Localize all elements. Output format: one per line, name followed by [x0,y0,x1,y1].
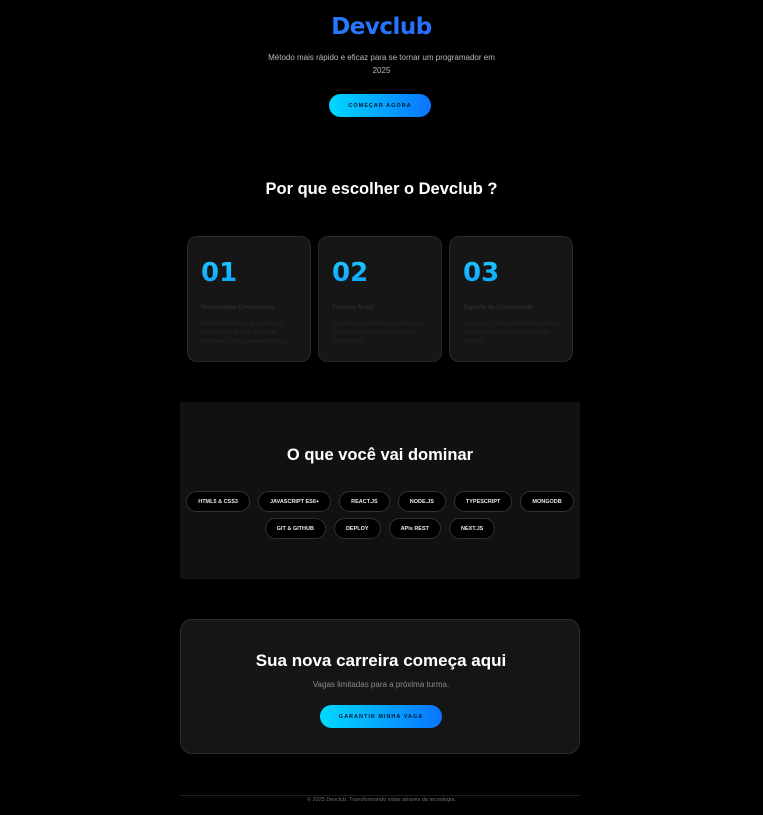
card-number: 02 [332,258,369,288]
card-description: Método testado e aprovado por milhares d… [201,321,289,345]
card-description: Conte com uma comunidade ativa e mentore… [463,321,560,345]
skill-chip-git[interactable]: GIT & GITHUB [264,518,326,539]
skills-row: HTML5 & CSS3 JAVASCRIPT ES6+ REACT.JS NO… [180,491,580,512]
cta-subtitle: Vagas limitadas para a próxima turma. [312,680,450,689]
feature-card: 02 Projetos Reais Aprenda construindo pr… [318,236,442,362]
card-title: Suporte da Comunidade [463,305,533,311]
cta-title: Sua nova carreira começa aqui [255,651,507,670]
skill-chip-react[interactable]: REACT.JS [339,491,390,512]
skill-chip-next[interactable]: NEXT.JS [449,518,496,539]
card-description: Aprenda construindo projetos reais que v… [332,321,426,345]
card-number: 01 [201,258,238,288]
footer-text: © 2025 Devclub. Transformando vidas atra… [307,797,456,803]
footer-divider [180,795,580,796]
skill-chip-node[interactable]: NODE.JS [397,491,446,512]
hero-subtitle: Método mais rápido e eficaz para se torn… [268,53,495,75]
skill-chip-html-css[interactable]: HTML5 & CSS3 [186,491,250,512]
skill-chip-deploy[interactable]: DEPLOY [333,518,381,539]
skills-row: GIT & GITHUB DEPLOY APIs REST NEXT.JS [180,518,580,539]
skill-chip-apis[interactable]: APIs REST [388,518,441,539]
skills-section: O que você vai dominar HTML5 & CSS3 JAVA… [180,402,580,579]
card-title: Metodologia Comprovada [201,305,275,311]
card-number: 03 [463,258,500,288]
secure-spot-button[interactable]: GARANTIR MINHA VAGA [320,705,442,728]
skill-chip-typescript[interactable]: TYPESCRIPT [453,491,513,512]
skills-title: O que você vai dominar [286,446,474,464]
why-section-title: Por que escolher o Devclub ? [265,180,498,198]
start-now-button[interactable]: COMEÇAR AGORA [329,94,431,117]
cta-section: Sua nova carreira começa aqui Vagas limi… [180,619,580,754]
brand-logo: Devclub [0,14,763,40]
feature-card: 03 Suporte da Comunidade Conte com uma c… [449,236,573,362]
skill-chip-javascript[interactable]: JAVASCRIPT ES6+ [257,491,332,512]
card-title: Projetos Reais [332,305,374,311]
skill-chip-mongodb[interactable]: MONGODB [520,491,574,512]
feature-card: 01 Metodologia Comprovada Método testado… [187,236,311,362]
